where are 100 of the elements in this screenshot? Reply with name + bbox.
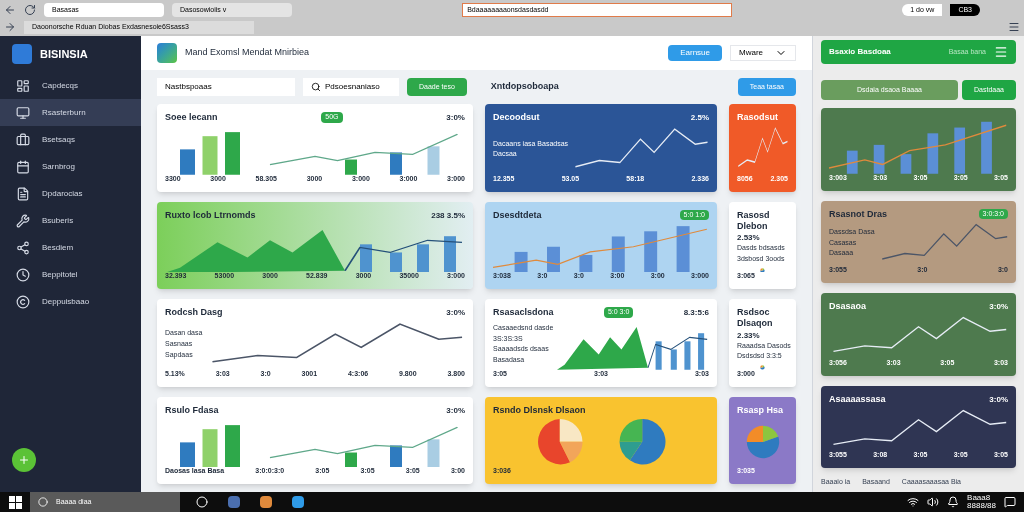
chart-bar <box>390 152 402 175</box>
card-value: 2.33% <box>737 329 760 342</box>
forward-icon[interactable] <box>4 21 16 33</box>
bell-icon[interactable] <box>947 496 960 508</box>
brand-logo-icon <box>12 44 32 64</box>
menu-icon[interactable] <box>1008 21 1020 33</box>
chart-bar <box>225 132 240 175</box>
sidebar-item[interactable]: Capdecqs <box>0 72 141 99</box>
chart-bar <box>345 452 357 468</box>
card-title: Decoodsut <box>493 112 540 124</box>
card-title: Rsndo Dlsnsk Dlsaon <box>493 404 586 416</box>
chart-bar <box>684 341 691 370</box>
section-title: Xntdopsoboapa <box>490 80 559 94</box>
card-value: 238 3.5% <box>431 209 465 222</box>
chart-bar <box>846 150 858 174</box>
app-icon[interactable] <box>228 496 240 508</box>
card-title: Dsesdtdeta <box>493 209 542 221</box>
card-value: 2.53% <box>737 232 760 244</box>
card-value: 3:0% <box>989 301 1008 313</box>
plus-icon <box>18 454 30 466</box>
briefcase-icon <box>16 132 30 147</box>
chart-bar <box>655 341 662 370</box>
sidebar-item[interactable]: Sarnbrog <box>0 153 141 180</box>
card-value: 3:0% <box>446 112 465 124</box>
reload-icon[interactable] <box>24 4 36 16</box>
task-view-icon[interactable] <box>196 496 208 508</box>
chart-bar <box>345 159 357 175</box>
card-value: 8.3:5:6 <box>683 307 709 319</box>
card-title: Rodcsh Dasg <box>165 307 223 319</box>
clock-date: 8888/88 <box>967 502 996 510</box>
card-title: Ruxto lcob Ltrnomds <box>165 209 256 221</box>
app-icon[interactable] <box>260 496 272 508</box>
wifi-icon[interactable] <box>907 496 920 508</box>
sidebar-item[interactable]: Dpdarocias <box>0 180 141 207</box>
sidebar-item[interactable]: Besdiem <box>0 234 141 261</box>
text-input-field[interactable]: Nastbspoaas <box>157 78 295 96</box>
card-title: Asaaaassasa <box>829 393 886 405</box>
sidebar-item[interactable]: Beppitotel <box>0 261 141 288</box>
chart-bar <box>417 243 429 273</box>
chart-bar <box>202 428 218 468</box>
notifications-icon[interactable] <box>1004 496 1016 508</box>
add-button[interactable] <box>12 448 36 472</box>
card-title: Dsasaoa <box>829 301 867 313</box>
calendar-icon <box>16 159 30 174</box>
chart-bar <box>360 243 372 273</box>
sidebar-item[interactable]: Rsasterburn <box>0 99 141 126</box>
chart-bar <box>444 235 456 273</box>
chart-bar <box>547 246 560 273</box>
wrench-icon <box>16 213 30 228</box>
sidebar-item[interactable]: Deppuisbaao <box>0 288 141 315</box>
card-title: Rsdsoc Dlsaqon <box>737 307 774 330</box>
chart-bar <box>611 236 625 273</box>
document-icon <box>16 186 30 201</box>
sidebar-item[interactable]: Bsuberis <box>0 207 141 234</box>
chart-bar <box>981 121 992 174</box>
dashboard-icon <box>16 78 30 93</box>
card-title: Rsasp Hsa <box>737 404 784 416</box>
share-icon <box>16 240 30 255</box>
app-logo-icon <box>157 43 177 63</box>
chart-line <box>737 128 788 167</box>
clock-time: Baaa8 <box>967 494 992 502</box>
card-title: Rasodsut <box>737 112 778 124</box>
sidebar-item[interactable]: Bsetsaqs <box>0 126 141 153</box>
app-icon[interactable] <box>292 496 304 508</box>
search-icon <box>38 497 48 507</box>
card-title: Soee lecann <box>165 112 218 124</box>
monitor-icon <box>16 105 30 120</box>
chart-line <box>647 336 708 369</box>
clock-icon <box>16 267 30 282</box>
search-icon <box>311 82 321 92</box>
chart-bar <box>180 441 195 468</box>
back-icon[interactable] <box>4 4 16 16</box>
panel-title: Bsaxio Basdoaa <box>829 46 891 58</box>
chart-bar <box>180 149 195 175</box>
chart-bar <box>644 231 658 273</box>
card-value: 2.5% <box>690 112 709 124</box>
chart-bar <box>900 154 912 174</box>
card-title: Rasosd Dlebon <box>737 209 771 232</box>
search-field[interactable]: Pdsoesnaniaso <box>303 78 399 96</box>
brand-name: BISINSIA <box>40 46 88 62</box>
chart-bar <box>427 146 440 175</box>
header-select[interactable]: Mware <box>730 45 796 61</box>
chart-bar <box>676 225 690 273</box>
chart-bar <box>390 444 402 468</box>
page-title: Mand Exomsl Mendat Mnirbiea <box>185 46 310 60</box>
chart-bar <box>514 251 528 273</box>
chart-bar <box>427 438 440 468</box>
chart-bar <box>954 127 966 174</box>
card-value: 3:0% <box>989 393 1008 406</box>
card-value: 3:0% <box>446 307 465 319</box>
chart-bar <box>873 144 885 174</box>
volume-icon[interactable] <box>927 496 940 508</box>
card-title: Rsasaclsdona <box>493 307 554 319</box>
chart-bar <box>671 349 678 370</box>
chart-bar <box>225 424 240 468</box>
chart-bar <box>698 333 705 370</box>
chart-bar <box>579 254 593 273</box>
card-value: 3:0% <box>446 404 465 417</box>
chart-bar <box>390 251 402 273</box>
card-title: Rsasnot Dras <box>829 208 888 220</box>
